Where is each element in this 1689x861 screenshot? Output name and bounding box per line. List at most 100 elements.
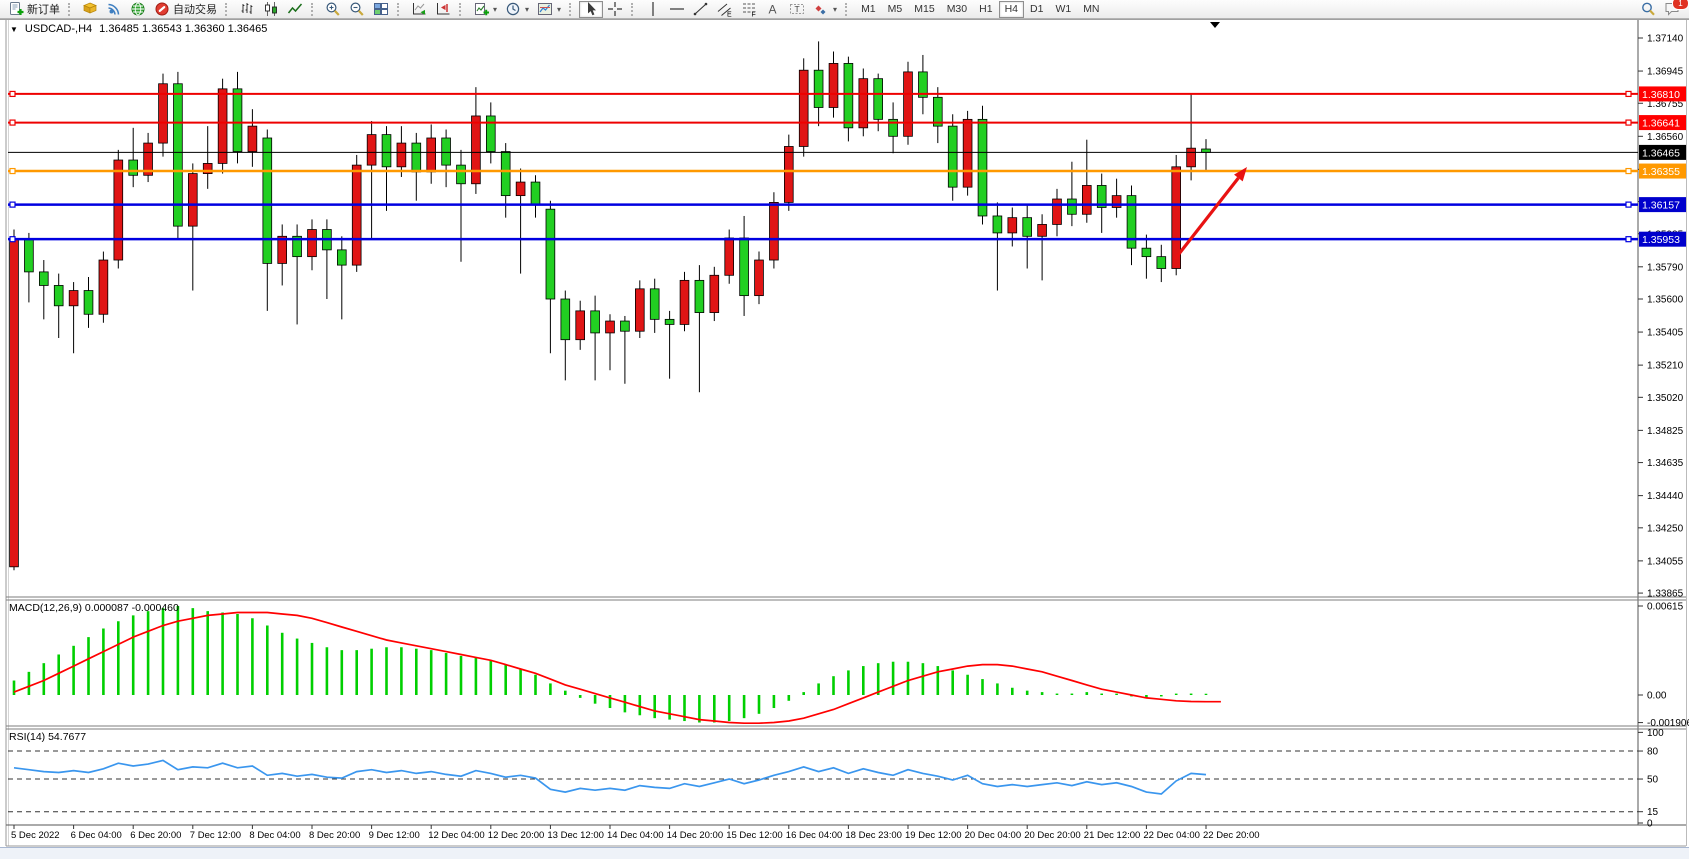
bar-chart-icon: [239, 1, 255, 17]
vertical-line-icon: [645, 1, 661, 17]
trendline-icon: [693, 1, 709, 17]
new-order-button[interactable]: 新订单: [4, 1, 64, 18]
auto-scroll-button[interactable]: [407, 1, 431, 18]
horizontal-line-icon: [669, 1, 685, 17]
svg-text:0.00: 0.00: [1647, 691, 1667, 702]
web-terminal-button[interactable]: [126, 1, 150, 18]
svg-text:1.34825: 1.34825: [1647, 426, 1684, 437]
market-button[interactable]: [78, 1, 102, 18]
line-chart-icon: [287, 1, 303, 17]
svg-text:1.35600: 1.35600: [1647, 295, 1684, 306]
timeframe-button-d1[interactable]: D1: [1024, 1, 1049, 18]
svg-text:22 Dec 20:00: 22 Dec 20:00: [1203, 830, 1260, 841]
dropdown-caret: ▾: [833, 5, 837, 14]
tile-windows-button[interactable]: [369, 1, 393, 18]
timeframe-button-mn[interactable]: MN: [1077, 1, 1105, 18]
signals-button[interactable]: [102, 1, 126, 18]
bar-chart-button[interactable]: [235, 1, 259, 18]
svg-text:0.00615: 0.00615: [1647, 602, 1684, 613]
svg-text:1.34440: 1.34440: [1647, 491, 1684, 502]
svg-text:E: E: [727, 12, 732, 18]
svg-text:A: A: [769, 3, 777, 17]
svg-text:F: F: [752, 12, 756, 18]
zoom-in-icon: [325, 1, 341, 17]
crosshair-button[interactable]: [603, 1, 627, 18]
chart-title-row: ▼ USDCAD-,H4 1.36485 1.36543 1.36360 1.3…: [10, 23, 267, 35]
svg-text:1.36810: 1.36810: [1642, 89, 1680, 101]
timeframe-button-m15[interactable]: M15: [908, 1, 940, 18]
chart-canvas[interactable]: 1.371401.369451.367551.365601.363651.361…: [0, 0, 1689, 858]
macd-indicator-label: MACD(12,26,9) 0.000087 -0.000460: [9, 602, 179, 614]
toolbar-grip: [569, 3, 575, 16]
svg-text:1.34250: 1.34250: [1647, 523, 1684, 534]
vertical-line-button[interactable]: [641, 1, 665, 18]
svg-text:15 Dec 12:00: 15 Dec 12:00: [726, 830, 783, 841]
auto-trading-button[interactable]: 自动交易: [150, 1, 221, 18]
timeframe-group: M1M5M15M30H1H4D1W1MN: [855, 1, 1105, 18]
toolbar-grip: [397, 3, 403, 16]
line-chart-button[interactable]: [283, 1, 307, 18]
toolbar-grip: [459, 3, 465, 16]
fibonacci-icon: F: [741, 1, 757, 17]
svg-text:1.35020: 1.35020: [1647, 393, 1684, 404]
fibonacci-button[interactable]: F: [737, 1, 761, 18]
svg-text:20 Dec 20:00: 20 Dec 20:00: [1024, 830, 1081, 841]
text-label-button[interactable]: T: [785, 1, 809, 18]
svg-text:19 Dec 12:00: 19 Dec 12:00: [905, 830, 962, 841]
market-icon: [82, 1, 98, 17]
periods-button[interactable]: ▾: [501, 1, 533, 18]
chart-shift-button[interactable]: [431, 1, 455, 18]
indicators-icon: [473, 1, 489, 17]
svg-text:14 Dec 20:00: 14 Dec 20:00: [667, 830, 724, 841]
timeframe-button-m5[interactable]: M5: [882, 1, 909, 18]
svg-text:1.35953: 1.35953: [1642, 234, 1680, 246]
indicators-button[interactable]: ▾: [469, 1, 501, 18]
templates-button[interactable]: ▾: [533, 1, 565, 18]
svg-text:1.36157: 1.36157: [1642, 200, 1680, 212]
svg-text:5 Dec 2022: 5 Dec 2022: [11, 830, 60, 841]
timeframe-button-m30[interactable]: M30: [941, 1, 973, 18]
dropdown-caret: ▾: [557, 5, 561, 14]
svg-text:1.33865: 1.33865: [1647, 589, 1684, 600]
timeframe-button-h1[interactable]: H1: [973, 1, 998, 18]
svg-text:12 Dec 20:00: 12 Dec 20:00: [488, 830, 545, 841]
timeframe-button-m1[interactable]: M1: [855, 1, 882, 18]
timeframe-button-w1[interactable]: W1: [1049, 1, 1077, 18]
cursor-button[interactable]: [579, 1, 603, 18]
svg-text:7 Dec 12:00: 7 Dec 12:00: [190, 830, 241, 841]
svg-text:1.36945: 1.36945: [1647, 67, 1684, 78]
chart-symbol-period: USDCAD-,H4: [25, 23, 92, 35]
text-button[interactable]: A: [761, 1, 785, 18]
notification-badge[interactable]: 1: [1672, 0, 1689, 10]
arrows-button[interactable]: ▾: [809, 1, 841, 18]
auto-scroll-icon: [411, 1, 427, 17]
trendline-button[interactable]: [689, 1, 713, 18]
equidistant-channel-button[interactable]: E: [713, 1, 737, 18]
svg-text:1.35405: 1.35405: [1647, 328, 1684, 339]
text-label-icon: T: [789, 1, 805, 17]
zoom-out-button[interactable]: [345, 1, 369, 18]
cursor-icon: [583, 1, 599, 17]
search-button[interactable]: [1636, 1, 1660, 18]
toolbar-grip: [225, 3, 231, 16]
svg-text:21 Dec 12:00: 21 Dec 12:00: [1084, 830, 1141, 841]
crosshair-icon: [607, 1, 623, 17]
chart-menu-caret[interactable]: ▼: [10, 25, 18, 34]
svg-text:8 Dec 20:00: 8 Dec 20:00: [309, 830, 360, 841]
svg-text:1.36355: 1.36355: [1642, 166, 1680, 178]
candlestick-chart-button[interactable]: [259, 1, 283, 18]
svg-text:1.35790: 1.35790: [1647, 262, 1684, 273]
toolbar-grip: [68, 3, 74, 16]
svg-text:8 Dec 04:00: 8 Dec 04:00: [249, 830, 300, 841]
horizontal-line-button[interactable]: [665, 1, 689, 18]
templates-icon: [537, 1, 553, 17]
svg-text:6 Dec 20:00: 6 Dec 20:00: [130, 830, 181, 841]
svg-text:50: 50: [1647, 775, 1659, 786]
toolbar-grip: [311, 3, 317, 16]
equidistant-channel-icon: E: [717, 1, 733, 17]
zoom-in-button[interactable]: [321, 1, 345, 18]
svg-text:1.36465: 1.36465: [1642, 147, 1680, 159]
tile-windows-icon: [373, 1, 389, 17]
search-icon: [1640, 1, 1656, 17]
timeframe-button-h4[interactable]: H4: [999, 1, 1024, 18]
